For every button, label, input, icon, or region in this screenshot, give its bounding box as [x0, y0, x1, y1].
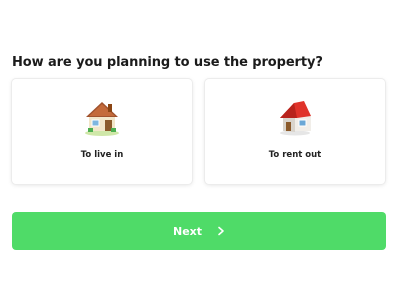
- option-card-rent-out[interactable]: To rent out: [205, 79, 385, 184]
- option-label: To rent out: [268, 150, 322, 160]
- red-roof-house-icon: [280, 101, 311, 136]
- next-button-label: Next: [172, 224, 203, 238]
- question-heading: How are you planning to use the property…: [12, 55, 323, 70]
- chevron-right-icon: [218, 226, 224, 236]
- house-with-garden-icon: [85, 102, 119, 136]
- option-label: To live in: [80, 150, 124, 160]
- next-button[interactable]: Next: [12, 212, 386, 250]
- option-card-live-in[interactable]: To live in: [12, 79, 192, 184]
